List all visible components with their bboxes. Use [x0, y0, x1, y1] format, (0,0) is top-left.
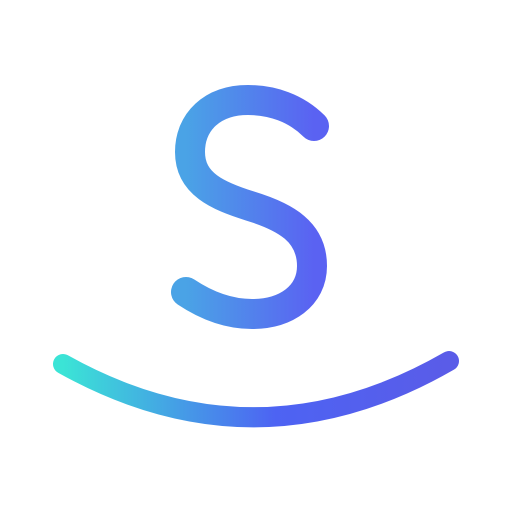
logo-canvas: S + — [0, 0, 512, 512]
letter-s-glyph — [171, 85, 329, 329]
smile-arc-icon — [53, 351, 459, 428]
plus-icon — [347, 124, 443, 216]
s-plus-logo: S + — [53, 85, 459, 428]
